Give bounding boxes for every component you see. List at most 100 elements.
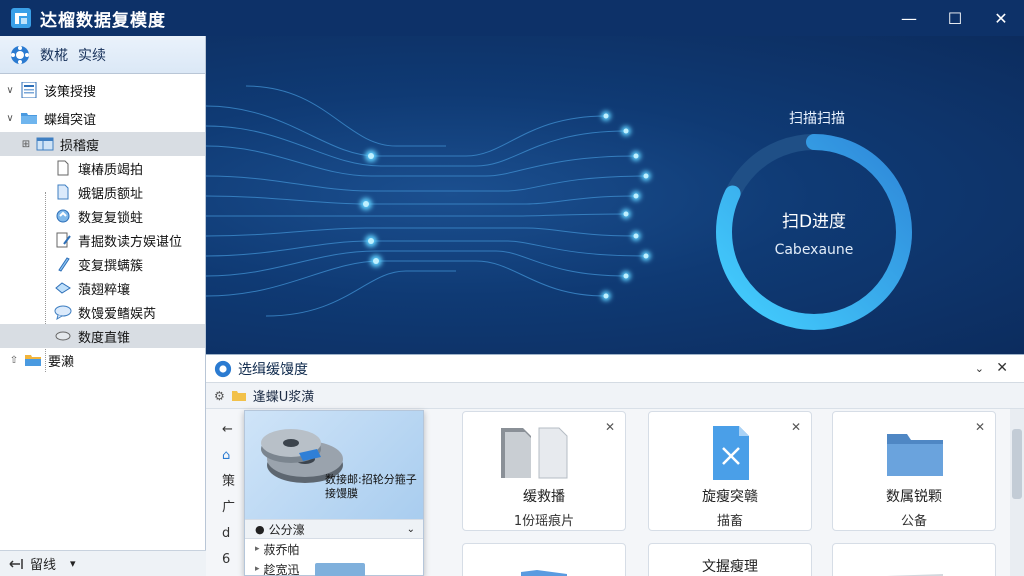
popup-item-label: 趁宽迅 — [263, 562, 300, 576]
result-card[interactable] — [462, 543, 626, 576]
tree-item-0[interactable]: ∨ 该策授搜 — [0, 76, 205, 104]
document-list-icon — [21, 82, 37, 98]
database-table-icon — [36, 137, 54, 151]
chevron-down-icon[interactable]: ⌄ — [407, 524, 415, 535]
popup-list-item[interactable]: ▸ 菽乔帕 — [245, 539, 423, 559]
chevron-right-icon: ▸ — [255, 544, 260, 554]
tree-item-5[interactable]: 数复复锁蛀 — [0, 204, 205, 228]
tree-item-label: 变复撰螨簇 — [78, 258, 144, 274]
pencil-icon — [58, 257, 70, 272]
tree-item-label: 蝶缉突谊 — [44, 112, 97, 128]
tree-item-11[interactable]: ⇧ 要濑 — [0, 348, 205, 372]
chat-bubble-icon — [54, 305, 72, 320]
edit-document-icon — [56, 232, 71, 248]
tree-item-label: 娥锯质额址 — [78, 186, 144, 202]
popup-banner: 数接邮:招轮分箍子接馒膜 — [245, 411, 423, 519]
progress-subtitle: Cabexaune — [774, 241, 854, 258]
chevron-down-icon[interactable]: ∨ — [4, 113, 16, 124]
tree-item-label: 该策授搜 — [44, 84, 97, 100]
app-logo-icon — [10, 7, 32, 29]
result-card[interactable]: ✕ 旋瘦突赣 描畜 — [648, 411, 812, 531]
scan-label: 扫描扫描 — [789, 111, 845, 127]
documents-icon — [501, 427, 568, 479]
recovery-popup[interactable]: 数接邮:招轮分箍子接馒膜 ● 公分濠 ⌄ ▸ 菽乔帕 ▸ 趁宽迅 — [244, 410, 424, 576]
chevron-down-icon[interactable]: ∨ — [4, 85, 16, 96]
progress-center: 扫D进度 Cabexaune — [710, 128, 918, 336]
card-title: 文握瘦理 — [702, 559, 758, 575]
tree-item-2-selected[interactable]: ⊞ 损稽瘦 — [0, 132, 205, 156]
maximize-button[interactable]: ☐ — [932, 0, 978, 36]
result-card[interactable]: ✕ 数属锐颗 公备 — [832, 411, 996, 531]
status-dropdown-icon[interactable]: ▾ — [70, 557, 76, 570]
expand-up-icon[interactable]: ⇧ — [8, 355, 20, 366]
breadcrumb-text[interactable]: 逢蝶U浆潢 — [253, 386, 315, 405]
panel-close-icon[interactable]: ✕ — [996, 360, 1008, 376]
status-bar[interactable]: 留线 ▾ — [0, 550, 206, 576]
tree-item-label: 壤椿质竭拍 — [78, 162, 144, 178]
card-title: 旋瘦突赣 — [702, 489, 758, 505]
tree-item-7[interactable]: 变复撰螨簇 — [0, 252, 205, 276]
card-close-icon[interactable]: ✕ — [791, 420, 801, 434]
tree-item-3[interactable]: 壤椿质竭拍 — [0, 156, 205, 180]
panel-header: 选缉缓馒度 ⌄ ✕ — [206, 355, 1024, 383]
vertical-scrollbar[interactable] — [1010, 409, 1024, 576]
folder-open-icon — [25, 355, 41, 366]
popup-message: 数接邮:招轮分箍子接馒膜 — [325, 473, 417, 500]
gear-icon: ⚙ — [214, 388, 225, 403]
result-card[interactable]: ✕ 缓救播 1份瑶痕片 — [462, 411, 626, 531]
card-subtitle: 公备 — [900, 514, 927, 529]
file-tools-icon — [713, 426, 749, 480]
window-title: 达榴数据复模度 — [40, 10, 166, 31]
user-icon: ● — [255, 522, 265, 536]
result-card[interactable] — [832, 543, 996, 576]
tree-item-label: 要濑 — [48, 354, 75, 370]
close-button[interactable]: ✕ — [978, 0, 1024, 36]
thumbnail-icon — [315, 563, 365, 576]
tree-item-label: 损稽瘦 — [60, 138, 100, 154]
folder-icon — [887, 434, 943, 476]
tab-realtime[interactable]: 实续 — [78, 45, 106, 65]
result-card[interactable]: 文握瘦理 — [648, 543, 812, 576]
status-label: 留线 — [30, 558, 57, 573]
tree-item-8[interactable]: 蒗翅粹壤 — [0, 276, 205, 300]
tree-item-label: 数馒爱鳍娱芮 — [78, 306, 157, 322]
card-title: 缓救播 — [523, 489, 565, 505]
panel-title: 选缉缓馒度 — [238, 361, 308, 378]
file-blue-icon — [57, 184, 69, 200]
scroll-thumb[interactable] — [1012, 429, 1022, 499]
collapse-icon[interactable]: ⌄ — [975, 362, 984, 375]
popup-section-header[interactable]: ● 公分濠 ⌄ — [245, 519, 423, 539]
drive-icon — [55, 331, 71, 341]
tree-item-6[interactable]: 青掘数读方娱谌位 — [0, 228, 205, 252]
tree-item-1[interactable]: ∨ 蝶缉突谊 — [0, 104, 205, 132]
file-icon — [57, 160, 69, 176]
sidebar-logo-icon — [11, 45, 29, 64]
tree-item-10[interactable]: 数度直锥 — [0, 324, 205, 348]
sync-arrow-icon — [9, 558, 23, 569]
tree-item-9[interactable]: 数馒爱鳍娱芮 — [0, 300, 205, 324]
popup-section-title: 公分濠 — [268, 522, 305, 537]
scan-hero: 扫描扫描 扫D进度 Cabexaune — [206, 36, 1024, 354]
chevron-right-icon: ▸ — [255, 564, 260, 574]
card-close-icon[interactable]: ✕ — [975, 420, 985, 434]
popup-list-item[interactable]: ▸ 趁宽迅 — [245, 559, 423, 576]
tab-data[interactable]: 数椛 — [40, 45, 68, 65]
title-bar: 达榴数据复模度 — ☐ ✕ — [0, 0, 1024, 36]
minimize-button[interactable]: — — [886, 0, 932, 36]
nav-tree: ∨ 该策授搜 ∨ 蝶缉突谊 ⊞ 损稽瘦 壤椿质竭拍 娥锯质额址 数复复锁蛀 青掘… — [0, 74, 205, 372]
tree-item-label: 青掘数读方娱谌位 — [78, 234, 183, 250]
folder-icon — [231, 391, 246, 401]
popup-item-label: 菽乔帕 — [263, 542, 300, 557]
tree-item-label: 数复复锁蛀 — [78, 210, 144, 226]
folder-icon — [21, 113, 37, 124]
link-icon — [55, 282, 71, 294]
progress-title: 扫D进度 — [781, 211, 847, 232]
card-subtitle: 1份瑶痕片 — [513, 514, 575, 529]
tree-item-label: 数度直锥 — [78, 330, 131, 346]
folder-icon — [521, 570, 567, 576]
tree-item-4[interactable]: 娥锯质额址 — [0, 180, 205, 204]
expand-icon[interactable]: ⊞ — [20, 139, 32, 150]
panel-logo-icon — [214, 360, 232, 377]
card-close-icon[interactable]: ✕ — [605, 420, 615, 434]
breadcrumb: ⚙ 逢蝶U浆潢 — [206, 383, 1024, 409]
